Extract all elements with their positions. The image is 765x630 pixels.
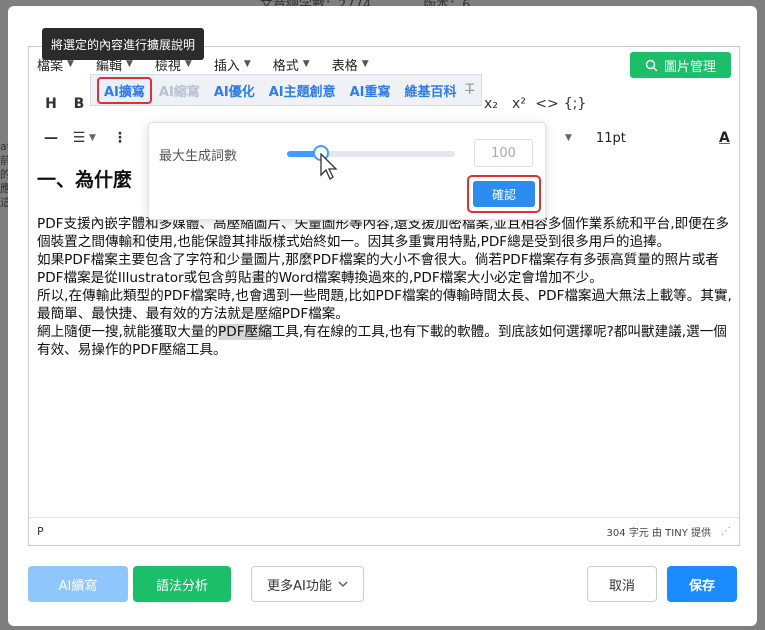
mouse-cursor-icon xyxy=(320,153,338,180)
menu-table[interactable]: 表格 ▼ xyxy=(332,55,369,74)
content-paragraph-4: 網上隨便一搜,就能獲取大量的PDF壓縮工具,有在線的工具,也有下載的軟體。到底該… xyxy=(37,324,727,358)
menu-insert[interactable]: 插入 ▼ xyxy=(214,55,251,74)
more-ai-features-button[interactable]: 更多AI功能 xyxy=(251,566,364,602)
rich-text-editor: 檔案 ▼ 編輯 ▼ 檢視 ▼ 插入 ▼ 格式 ▼ 表格 ▼ 圖片管理 H B x₂ x² <… xyxy=(28,46,740,546)
ai-expand-option[interactable]: AI擴寫 xyxy=(97,76,152,104)
chevron-down-icon: ▼ xyxy=(184,59,192,69)
ai-dropdown-menu: AI擴寫 AI縮寫 AI優化 AI主題創意 AI重寫 維基百科 T̶ xyxy=(90,74,482,106)
max-words-popover: 最大生成詞數 100 確認 xyxy=(148,122,546,220)
bold-icon[interactable]: B xyxy=(65,91,93,117)
max-words-label: 最大生成詞數 xyxy=(159,149,238,164)
chevron-down-icon: ▼ xyxy=(67,59,74,69)
status-bar: P 304 字元 由 TINY 提供 ⋰ xyxy=(29,517,739,545)
numbered-list-icon[interactable]: ⋮ xyxy=(106,125,134,151)
content-paragraph-3: 所以,在傳輸此類型的PDF檔案時,也會遇到一些問題,比如PDF檔案的傳輸時間太長… xyxy=(37,288,732,322)
ai-continue-button[interactable]: AI續寫 xyxy=(28,566,128,602)
tooltip: 將選定的內容進行擴展說明 xyxy=(42,28,204,60)
grammar-analysis-button[interactable]: 語法分析 xyxy=(133,566,231,602)
chevron-down-icon: ▼ xyxy=(125,59,133,69)
clear-format-icon[interactable]: T̶ xyxy=(466,82,475,98)
ai-rewrite-option[interactable]: AI重寫 xyxy=(343,81,398,100)
cancel-button[interactable]: 取消 xyxy=(587,566,657,602)
chevron-down-icon xyxy=(338,581,348,587)
menu-format[interactable]: 格式 ▼ xyxy=(273,55,310,74)
font-color-button[interactable]: A xyxy=(719,130,730,146)
content-paragraph-2: 如果PDF檔案主要包含了字符和少量圖片,那麼PDF檔案的大小不會很大。倘若PDF… xyxy=(37,252,719,286)
chevron-down-icon: ▼ xyxy=(361,59,369,69)
template-button[interactable]: {;} xyxy=(561,91,589,117)
superscript-button[interactable]: x² xyxy=(505,91,533,117)
image-manager-button[interactable]: 圖片管理 xyxy=(630,52,731,78)
chevron-down-icon: ▼ xyxy=(302,59,310,69)
chevron-down-icon[interactable]: ▼ xyxy=(89,133,96,143)
resize-handle-icon[interactable]: ⋰ xyxy=(721,526,731,537)
search-icon xyxy=(645,59,658,72)
font-size-select[interactable]: 11pt xyxy=(596,131,626,146)
confirm-button[interactable]: 確認 xyxy=(473,181,535,207)
content-paragraph-1: PDF支援內嵌字體和多媒體、高壓縮圖片、矢量圖形等內容,還支援加密檔案,並且相容… xyxy=(37,216,729,250)
ai-optimize-option[interactable]: AI優化 xyxy=(207,81,262,100)
chevron-down-icon: ▼ xyxy=(243,59,251,69)
wikipedia-option[interactable]: 維基百科 xyxy=(398,81,464,100)
save-button[interactable]: 保存 xyxy=(667,566,737,602)
ai-shorten-option[interactable]: AI縮寫 xyxy=(152,81,207,100)
ai-topic-idea-option[interactable]: AI主題創意 xyxy=(262,81,343,100)
element-path[interactable]: P xyxy=(37,525,44,538)
selected-text[interactable]: PDF壓縮 xyxy=(218,324,272,340)
heading-icon[interactable]: H xyxy=(37,91,65,117)
confirm-highlight: 確認 xyxy=(467,175,541,213)
code-button[interactable]: <> xyxy=(533,91,561,117)
char-count: 304 字元 由 TINY 提供 xyxy=(606,528,711,539)
horizontal-rule-icon[interactable]: — xyxy=(37,125,65,151)
chevron-down-icon[interactable]: ▼ xyxy=(565,133,572,143)
max-words-slider[interactable] xyxy=(287,145,455,161)
max-words-input[interactable]: 100 xyxy=(474,139,533,167)
editor-modal: 檔案 ▼ 編輯 ▼ 檢視 ▼ 插入 ▼ 格式 ▼ 表格 ▼ 圖片管理 H B x₂ x² <… xyxy=(8,6,757,626)
